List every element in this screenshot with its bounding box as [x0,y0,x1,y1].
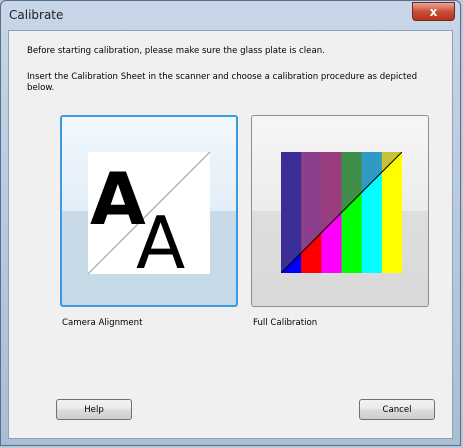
calibration-stripe-bright [381,152,402,273]
cancel-button[interactable]: Cancel [359,399,435,420]
close-button[interactable]: x [412,2,455,21]
instruction-clean-glass: Before starting calibration, please make… [27,46,325,56]
full-calibration-label: Full Calibration [253,318,318,328]
camera-alignment-tile[interactable]: A A [60,115,238,307]
dialog-client-area: Before starting calibration, please make… [8,30,453,439]
close-icon: x [429,4,438,19]
help-button[interactable]: Help [56,399,132,420]
full-calibration-tile[interactable] [251,115,429,307]
camera-alignment-icon: A A [88,152,210,274]
instruction-insert-sheet-cont: below. [27,83,55,93]
instruction-insert-sheet: Insert the Calibration Sheet in the scan… [27,72,418,82]
calibrate-dialog: Calibrate x Before starting calibration,… [0,0,461,446]
camera-alignment-label: Camera Alignment [62,318,143,328]
window-title: Calibrate [9,8,64,22]
full-calibration-icon [281,152,402,273]
title-bar[interactable]: Calibrate x [1,1,460,29]
glyph-a-bottom: A [136,201,185,274]
